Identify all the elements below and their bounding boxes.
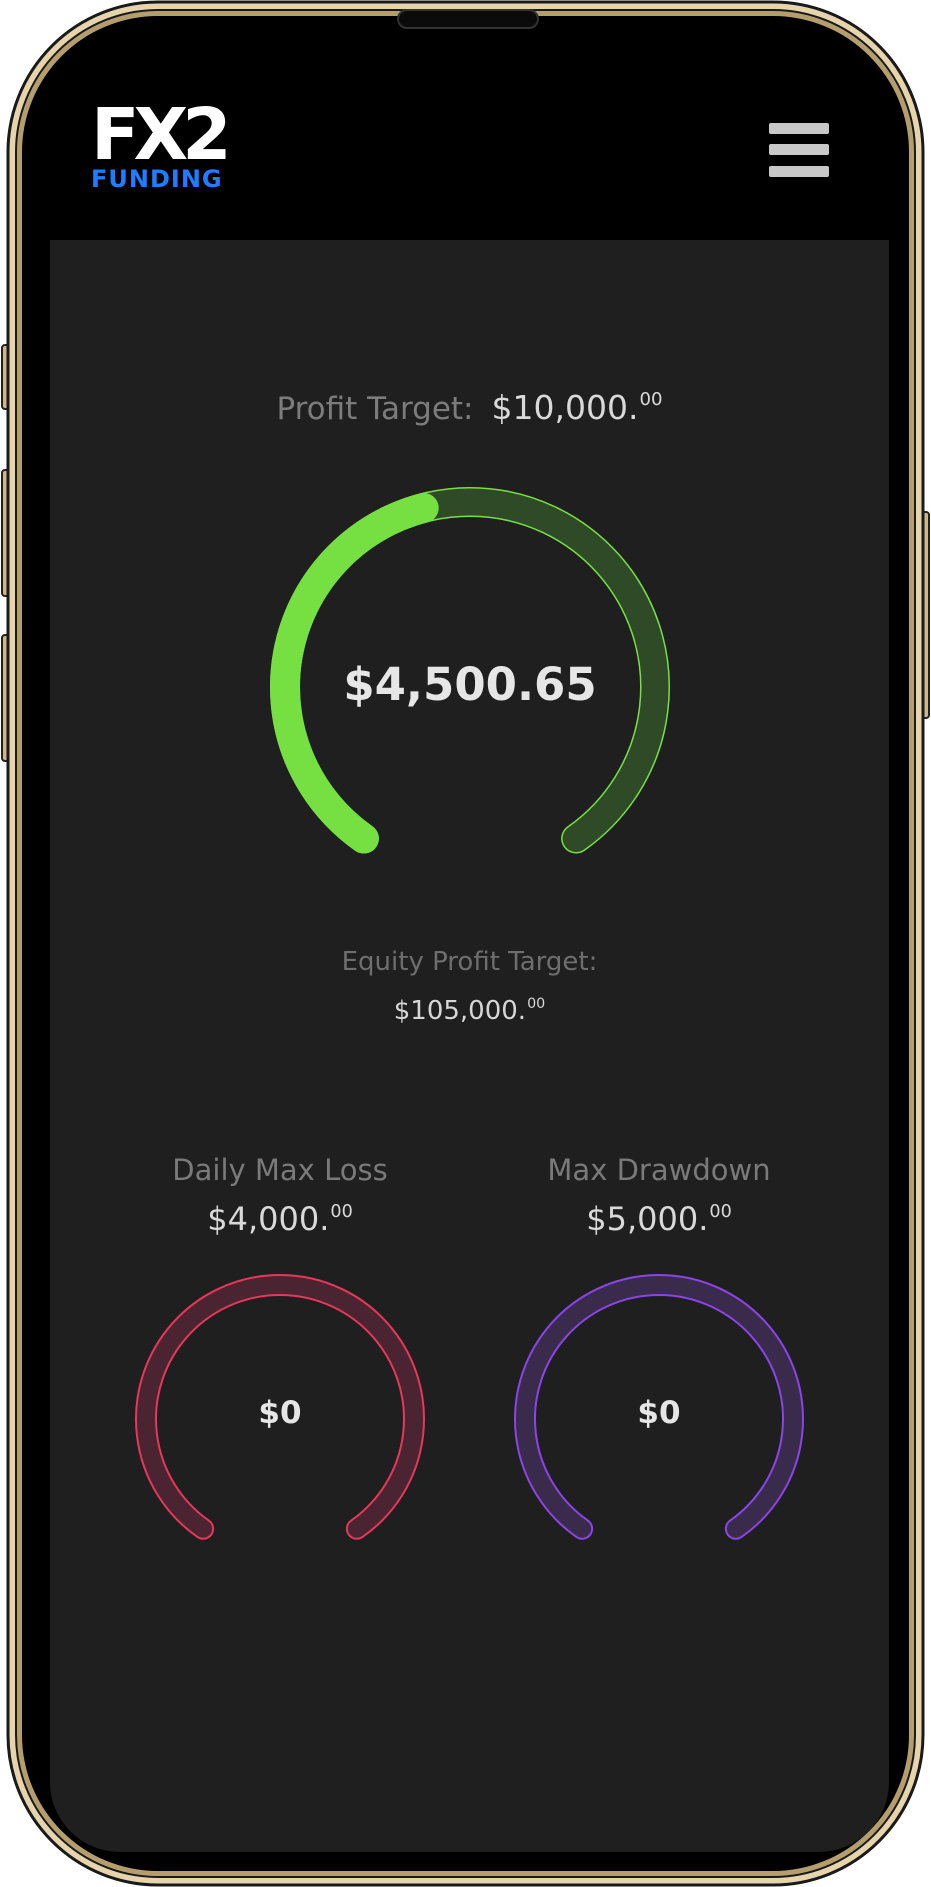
daily-max-loss-label: Daily Max Loss bbox=[172, 1153, 388, 1187]
phone-device: FX2 FUNDING Profit Target: $10,000.00 $4,… bbox=[0, 0, 931, 1887]
logo-subtitle: FUNDING bbox=[91, 165, 223, 193]
max-drawdown-gauge-value: $0 bbox=[637, 1395, 681, 1431]
daily-max-loss-gauge-value: $0 bbox=[258, 1395, 302, 1431]
profit-gauge-value: $4,500.65 bbox=[343, 658, 597, 711]
logo-wordmark: FX2 bbox=[91, 93, 232, 176]
dashboard-panel: Profit Target: $10,000.00 $4,500.65 Equit… bbox=[50, 240, 889, 1852]
daily-max-loss-value: $4,000.00 bbox=[207, 1200, 353, 1238]
equity-profit-target-value: $105,000.00 bbox=[393, 996, 546, 1026]
hamburger-menu-icon[interactable] bbox=[769, 123, 829, 177]
profit-target-label: Profit Target: bbox=[276, 390, 474, 427]
profit-target: Profit Target: $10,000.00 bbox=[50, 380, 889, 429]
profit-target-value: $10,000.00 bbox=[491, 387, 663, 427]
max-drawdown-label: Max Drawdown bbox=[547, 1153, 771, 1187]
equity-profit-target-label: Equity Profit Target: bbox=[341, 947, 598, 977]
max-drawdown-value: $5,000.00 bbox=[586, 1200, 732, 1238]
fx2-funding-logo[interactable]: FX2 FUNDING bbox=[91, 93, 237, 193]
